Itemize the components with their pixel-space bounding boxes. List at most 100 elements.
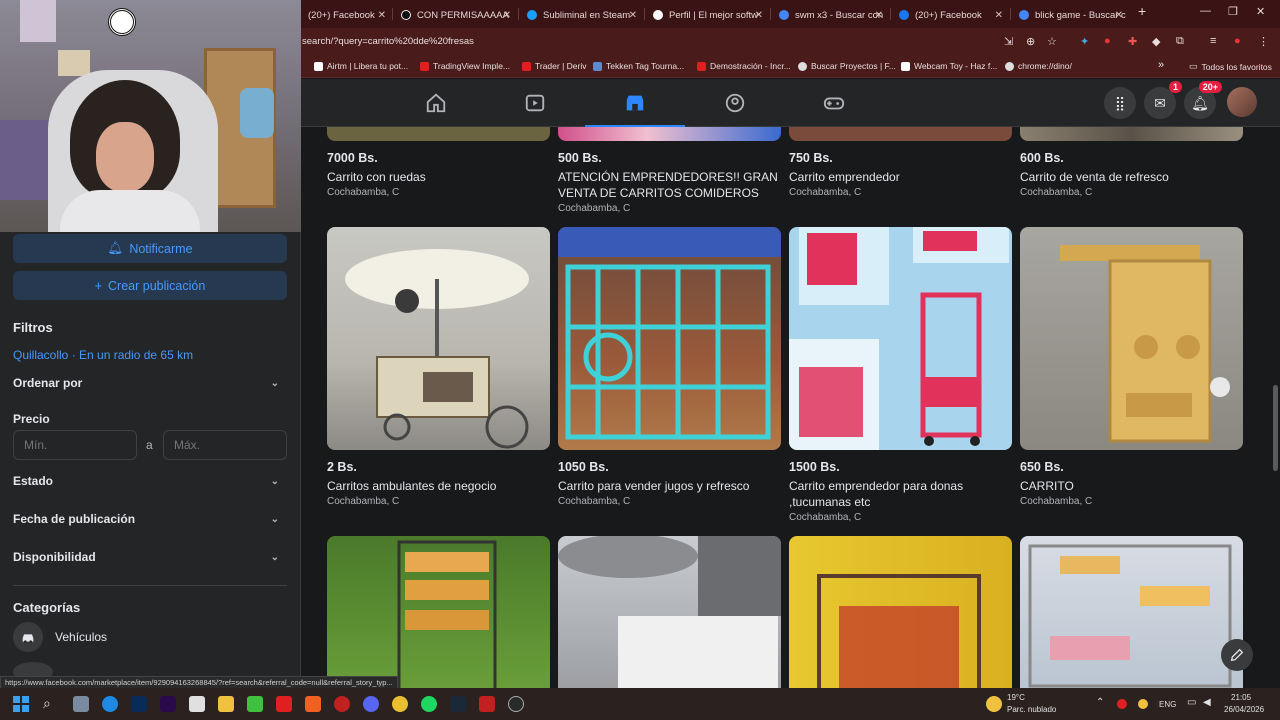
nav-groups[interactable] [685,79,785,127]
nav-marketplace[interactable] [585,79,685,128]
category-vehicles[interactable]: Vehículos [13,622,107,652]
restore-icon[interactable]: ❐ [1228,5,1238,18]
app-icon[interactable] [334,696,350,712]
create-listing-button[interactable]: + Crear publicación [13,271,287,300]
availability-dropdown[interactable]: Disponibilidad ⌄ [13,550,279,564]
folder-icon[interactable] [218,696,234,712]
tab-facebook-1[interactable]: (20+) Facebook ✕ [300,4,392,26]
task-view-icon[interactable] [73,696,89,712]
windows-start-icon[interactable] [13,696,29,712]
new-message-button[interactable] [1221,639,1253,671]
listing-card[interactable] [558,536,781,688]
premiere-icon[interactable] [160,696,176,712]
tab-google-2[interactable]: blick game - Buscar c ✕ [1011,4,1129,26]
date-listed-dropdown[interactable]: Fecha de publicación ⌄ [13,512,279,526]
sort-dropdown[interactable]: Ordenar por ⌄ [13,376,279,390]
close-icon[interactable]: ✕ [503,10,511,21]
listing-card[interactable]: 500 Bs. ATENCIÓN EMPRENDEDORES!! GRAN VE… [558,127,781,214]
url-field[interactable]: search/?query=carrito%20dde%20fresas [302,36,474,47]
extension-icon[interactable]: ◆ [1152,35,1160,48]
close-icon[interactable]: ✕ [629,10,637,21]
extension-icon[interactable]: ✚ [1128,35,1137,48]
listing-card[interactable] [327,536,550,688]
voice-icon[interactable] [479,696,495,712]
notifications-button[interactable]: 🔔︎ 20+ [1184,81,1222,119]
network-icon[interactable]: ▭ [1187,697,1196,708]
store-icon[interactable] [189,696,205,712]
deriv-icon[interactable] [276,696,292,712]
volume-icon[interactable]: ◀ [1203,697,1211,708]
bookmark-item[interactable]: Webcam Toy - Haz f... [901,61,997,71]
microphone-icon[interactable] [1138,699,1148,709]
clock-time[interactable]: 21:05 [1231,693,1251,702]
zoom-icon[interactable]: ⊕ [1026,35,1035,48]
tab-tiktok[interactable]: CON PERMISAAAAA ✕ [393,4,517,26]
messenger-button[interactable]: ✉ 1 [1144,81,1182,119]
xbox-icon[interactable] [247,696,263,712]
tab-perfil[interactable]: Perfil | El mejor softw ✕ [645,4,769,26]
listing-card[interactable]: 1050 Bs. Carrito para vender jugos y ref… [558,227,781,507]
discord-icon[interactable] [363,696,379,712]
nav-gaming[interactable] [784,79,884,127]
listing-image[interactable] [789,536,1012,688]
listing-image[interactable] [327,536,550,688]
close-icon[interactable]: ✕ [755,10,763,21]
notify-button[interactable]: 🔔︎ Notificarme [13,234,287,263]
max-price-input[interactable] [163,430,287,460]
close-icon[interactable]: ✕ [378,10,386,21]
listing-card[interactable]: 7000 Bs. Carrito con ruedas Cochabamba, … [327,127,550,198]
account-avatar[interactable] [1227,87,1257,117]
close-icon[interactable]: ✕ [875,10,883,21]
listing-image[interactable] [789,227,1012,450]
menu-icon[interactable]: ⋮ [1258,35,1269,48]
bookmark-item[interactable]: Tekken Tag Tourna... [593,61,684,71]
bookmark-item[interactable]: Buscar Proyectos | F... [798,61,896,71]
scrollbar[interactable] [1273,385,1278,471]
bookmark-item[interactable]: Trader | Deriv [522,61,587,71]
listing-image[interactable] [327,127,550,141]
listing-card[interactable] [789,536,1012,688]
obs-icon[interactable] [508,696,524,712]
spotify-icon[interactable] [421,696,437,712]
new-tab-icon[interactable]: + [1138,3,1146,19]
listing-card[interactable]: 650 Bs. CARRITO Cochabamba, C [1020,227,1243,507]
search-icon[interactable]: ⌕ [43,695,51,712]
bookmark-item[interactable]: Airtm | Libera tu pot... [314,61,408,71]
tray-app-icon[interactable] [1117,699,1127,709]
chevron-up-icon[interactable]: ⌃ [1096,697,1104,708]
close-icon[interactable]: ✕ [1115,10,1123,21]
listing-image[interactable] [1020,536,1243,688]
steam-icon[interactable] [450,696,466,712]
menu-grid-button[interactable]: ⣿ [1104,87,1136,119]
listing-image[interactable] [558,227,781,450]
listing-card[interactable]: 750 Bs. Carrito emprendedor Cochabamba, … [789,127,1012,198]
listing-card[interactable] [1020,536,1243,688]
location-filter[interactable]: Quillacollo · En un radio de 65 km [13,348,193,362]
minimize-icon[interactable]: — [1200,5,1211,17]
listing-card[interactable]: 2 Bs. Carritos ambulantes de negocio Coc… [327,227,550,507]
extension-icon[interactable]: ✦ [1080,35,1089,48]
listing-image[interactable] [1020,127,1243,141]
chrome-icon[interactable] [392,696,408,712]
tab-google-1[interactable]: swm x3 - Buscar con ✕ [771,4,889,26]
extension-icon[interactable]: ● [1104,35,1111,47]
extensions-puzzle-icon[interactable]: ⧉ [1176,35,1184,48]
bookmark-item[interactable]: chrome://dino/ [1005,61,1072,71]
listing-image[interactable] [558,536,781,688]
close-window-icon[interactable]: ✕ [1256,5,1265,18]
nav-video[interactable] [485,79,585,127]
photoshop-icon[interactable] [131,696,147,712]
clock-date[interactable]: 26/04/2026 [1224,705,1264,714]
language-indicator[interactable]: ENG [1159,700,1176,709]
tab-steam[interactable]: Subliminal en Steam ✕ [519,4,643,26]
close-icon[interactable]: ✕ [995,10,1003,21]
all-bookmarks-folder[interactable]: ▭ Todos los favoritos [1189,61,1272,72]
profile-icon[interactable]: ● [1234,35,1241,47]
edge-icon[interactable] [102,696,118,712]
more-bookmarks-icon[interactable]: » [1158,59,1164,71]
weather-icon[interactable] [986,696,1002,712]
media-icon[interactable]: ≡ [1210,35,1216,47]
bookmark-item[interactable]: Demostración - Incr... [697,61,791,71]
listing-image[interactable] [1020,227,1243,450]
install-icon[interactable]: ⇲ [1004,35,1013,48]
